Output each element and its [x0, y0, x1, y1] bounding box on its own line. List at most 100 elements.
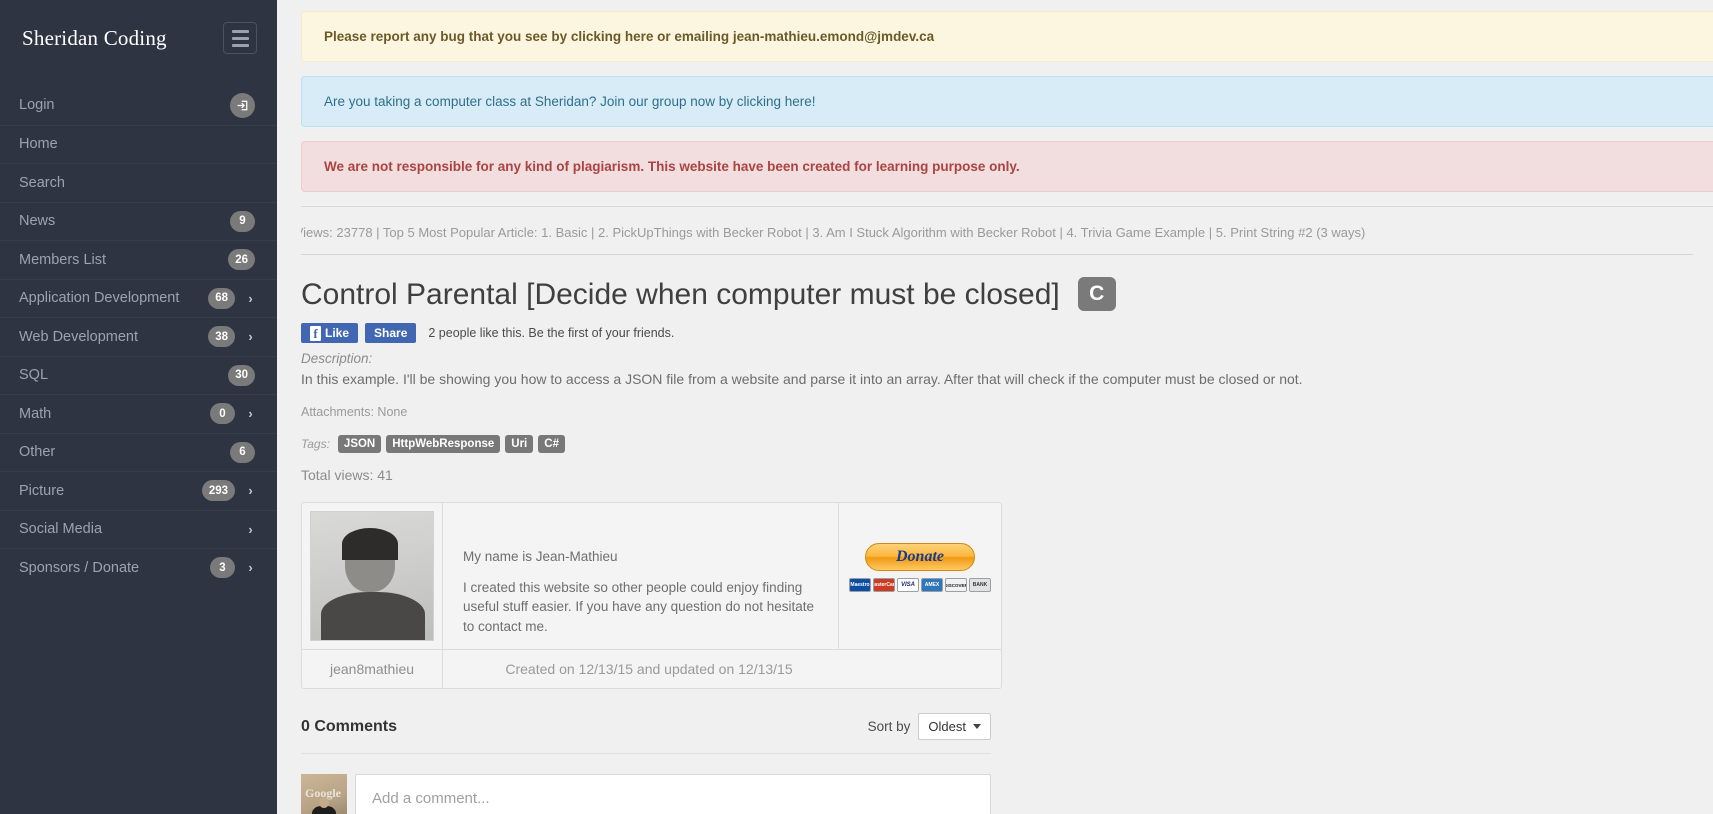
alert-plagiarism: We are not responsible for any kind of p… [301, 141, 1713, 192]
sidebar-item-news[interactable]: News 9 [0, 201, 277, 241]
sort-by-value: Oldest [928, 719, 966, 734]
hamburger-menu-icon[interactable] [223, 22, 257, 54]
sidebar-item-members-list[interactable]: Members List 26 [0, 240, 277, 279]
sidebar-item-badge: 26 [228, 249, 255, 271]
google-avatar-head [319, 797, 329, 808]
chevron-down-icon [973, 724, 981, 729]
author-photo-hair [342, 528, 398, 560]
sign-in-icon [230, 92, 255, 118]
sidebar-item-picture[interactable]: Picture 293 › [0, 471, 277, 510]
sidebar-item-label: Home [19, 136, 58, 153]
page-title: Control Parental [Decide when computer m… [301, 277, 1060, 311]
sidebar-item-web-development[interactable]: Web Development 38 › [0, 317, 277, 356]
author-card: My name is Jean-Mathieu I created this w… [301, 502, 1002, 689]
sidebar-item-home[interactable]: Home [0, 124, 277, 164]
main-content: Please report any bug that you see by cl… [277, 0, 1713, 814]
tags-label: Tags: [301, 437, 330, 451]
tag-chip[interactable]: JSON [337, 435, 382, 453]
hamburger-bar [231, 36, 249, 40]
description-text: In this example. I'll be showing you how… [301, 371, 1303, 387]
article-header: Control Parental [Decide when computer m… [301, 255, 1693, 311]
alert-bug-report-text: Please report any bug that you see by cl… [324, 29, 935, 44]
alert-plagiarism-text: We are not responsible for any kind of p… [324, 159, 1020, 174]
facebook-like-button[interactable]: f Like [301, 323, 359, 343]
facebook-social-text: 2 people like this. Be the first of your… [428, 326, 675, 340]
google-avatar: Google [301, 774, 347, 814]
sidebar-item-badge: 0 [210, 403, 235, 425]
author-card-bottom: jean8mathieu Created on 12/13/15 and upd… [302, 649, 1001, 688]
chevron-right-icon: › [248, 521, 253, 537]
author-bio-text: I created this website so other people c… [463, 579, 814, 634]
mastercard-icon: MasterCard [873, 578, 895, 592]
tag-chip[interactable]: Uri [505, 435, 534, 453]
alert-bug-report[interactable]: Please report any bug that you see by cl… [301, 11, 1713, 62]
tags-row: Tags: JSON HttpWebResponse Uri C# [301, 435, 1693, 453]
sort-by-select[interactable]: Oldest [918, 713, 991, 740]
facebook-social-row: f Like Share 2 people like this. Be the … [301, 323, 1693, 343]
language-badge: C [1077, 277, 1116, 311]
comments-divider [301, 753, 991, 754]
tag-chip[interactable]: C# [538, 435, 565, 453]
chevron-right-icon: › [248, 483, 253, 499]
sidebar-item-social-media[interactable]: Social Media › [0, 509, 277, 549]
tag-chip[interactable]: HttpWebResponse [386, 435, 501, 453]
facebook-share-button[interactable]: Share [365, 323, 417, 343]
sidebar-item-login[interactable]: Login [0, 86, 277, 125]
sidebar-item-label: Other [19, 444, 56, 461]
add-comment-input[interactable] [370, 789, 976, 808]
sidebar-item-sponsors-donate[interactable]: Sponsors / Donate 3 › [0, 548, 277, 587]
alert-join-group-text: Are you taking a computer class at Sheri… [324, 94, 816, 109]
donate-cell: Donate Maestro MasterCard VISA AMEX DISC… [838, 503, 1001, 649]
sidebar-item-label: Application Development [19, 290, 180, 307]
sidebar-item-other[interactable]: Other 6 [0, 432, 277, 472]
alert-stack: Please report any bug that you see by cl… [277, 0, 1713, 192]
hamburger-bar [231, 29, 249, 33]
chevron-right-icon: › [248, 290, 253, 306]
facebook-f-icon: f [310, 325, 321, 341]
sidebar-item-sql[interactable]: SQL 30 [0, 355, 277, 395]
author-card-top: My name is Jean-Mathieu I created this w… [302, 503, 1001, 649]
author-bio: My name is Jean-Mathieu I created this w… [442, 503, 838, 649]
description-label: Description: [301, 351, 373, 366]
sidebar-item-label: Members List [19, 251, 107, 268]
comments-sort: Sort by Oldest [868, 713, 991, 740]
chevron-right-icon: › [248, 560, 253, 576]
donate-button[interactable]: Donate [865, 543, 975, 571]
comment-compose-row: Google [301, 774, 991, 814]
sidebar-item-label: Search [19, 174, 65, 191]
sidebar-item-badge: 293 [201, 480, 235, 502]
add-comment-field[interactable] [355, 774, 991, 814]
sidebar-item-label: News [19, 213, 56, 230]
sidebar-item-label: Social Media [19, 521, 103, 538]
alert-join-group[interactable]: Are you taking a computer class at Sheri… [301, 76, 1713, 127]
ticker-text: le Views: 23778 | Top 5 Most Popular Art… [301, 225, 1366, 240]
sidebar-item-badge: 30 [228, 364, 255, 386]
comments-count: 0 Comments [301, 717, 398, 735]
sidebar-brand: Sheridan Coding [0, 0, 277, 76]
chevron-right-icon: › [248, 329, 253, 345]
bank-icon: BANK [969, 578, 991, 592]
sidebar-item-badge: 9 [230, 210, 255, 232]
comments-header: 0 Comments Sort by Oldest [301, 713, 991, 740]
sidebar-item-application-development[interactable]: Application Development 68 › [0, 278, 277, 318]
sidebar-item-label: Picture [19, 482, 65, 499]
total-views: Total views: 41 [301, 467, 393, 483]
sidebar-item-badge: 6 [230, 441, 255, 463]
amex-icon: AMEX [921, 578, 943, 592]
hamburger-bar [231, 43, 249, 47]
sidebar-item-badge: 68 [208, 287, 235, 309]
chevron-right-icon: › [248, 406, 253, 422]
maestro-icon: Maestro [849, 578, 871, 592]
sidebar-item-math[interactable]: Math 0 › [0, 394, 277, 433]
author-photo-body [321, 592, 425, 640]
page-root: Sheridan Coding Login Home Search News 9… [0, 0, 1713, 814]
author-username[interactable]: jean8mathieu [302, 650, 442, 688]
author-dates: Created on 12/13/15 and updated on 12/13… [442, 650, 855, 688]
sidebar-item-badge: 3 [210, 557, 235, 579]
sidebar-item-label: Math [19, 405, 52, 422]
sidebar-item-search[interactable]: Search [0, 163, 277, 202]
author-photo [310, 511, 434, 641]
sidebar-item-badge: 38 [208, 326, 235, 348]
payment-methods-row: Maestro MasterCard VISA AMEX DISCOVER BA… [849, 578, 991, 592]
author-photo-cell [302, 503, 442, 649]
